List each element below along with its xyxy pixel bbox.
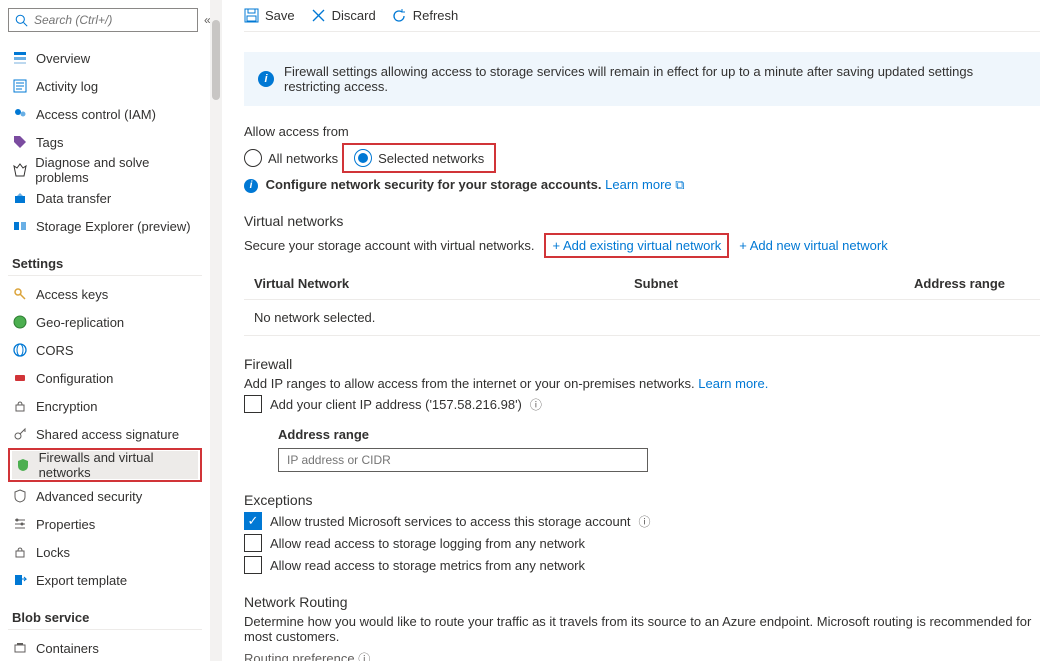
add-new-vnet-link[interactable]: + Add new virtual network xyxy=(739,238,888,253)
nav-storage-explorer[interactable]: Storage Explorer (preview) xyxy=(8,212,202,240)
vnet-table-empty: No network selected. xyxy=(244,300,1040,336)
nav-encryption[interactable]: Encryption xyxy=(8,392,202,420)
address-range-input[interactable] xyxy=(278,448,648,472)
nav-activity-log[interactable]: Activity log xyxy=(8,72,202,100)
exception-logging-checkbox[interactable]: Allow read access to storage logging fro… xyxy=(244,534,1040,552)
nav-advanced-security[interactable]: Advanced security xyxy=(8,482,202,510)
section-settings: Settings xyxy=(12,256,202,271)
exception-trusted-checkbox[interactable]: ✓ Allow trusted Microsoft services to ac… xyxy=(244,512,1040,530)
checkbox-icon xyxy=(244,395,262,413)
storage-explorer-icon xyxy=(12,219,28,233)
shield-icon xyxy=(12,489,28,503)
allow-access-label: Allow access from xyxy=(244,124,1040,139)
firewall-description: Add IP ranges to allow access from the i… xyxy=(244,376,695,391)
sidebar-scrollbar[interactable] xyxy=(210,0,222,661)
vnets-heading: Virtual networks xyxy=(244,213,1040,229)
firewall-heading: Firewall xyxy=(244,356,1040,372)
nav-export-template[interactable]: Export template xyxy=(8,566,202,594)
activity-log-icon xyxy=(12,79,28,93)
col-subnet: Subnet xyxy=(634,276,914,291)
exception-metrics-checkbox[interactable]: Allow read access to storage metrics fro… xyxy=(244,556,1040,574)
configure-text: Configure network security for your stor… xyxy=(266,177,602,192)
info-banner: i Firewall settings allowing access to s… xyxy=(244,52,1040,106)
nav-overview[interactable]: Overview xyxy=(8,44,202,72)
nav-firewalls[interactable]: Firewalls and virtual networks xyxy=(12,451,198,479)
diagnose-icon xyxy=(12,163,27,177)
discard-button[interactable]: Discard xyxy=(311,8,376,23)
highlight-selected-networks: Selected networks xyxy=(342,143,496,173)
lock-icon xyxy=(12,399,28,413)
data-transfer-icon xyxy=(12,191,28,205)
learn-more-link[interactable]: Learn more ⧉ xyxy=(605,177,684,192)
containers-icon xyxy=(12,641,28,655)
save-button[interactable]: Save xyxy=(244,8,295,23)
routing-pref-label: Routing preference xyxy=(244,651,355,661)
nav-data-transfer[interactable]: Data transfer xyxy=(8,184,202,212)
key-icon xyxy=(12,287,28,301)
exceptions-heading: Exceptions xyxy=(244,492,1040,508)
col-virtual-network: Virtual Network xyxy=(254,276,634,291)
client-ip-checkbox-row[interactable]: Add your client IP address ('157.58.216.… xyxy=(244,395,1040,413)
nav-tags[interactable]: Tags xyxy=(8,128,202,156)
search-icon xyxy=(15,14,28,27)
nav-iam[interactable]: Access control (IAM) xyxy=(8,100,202,128)
overview-icon xyxy=(12,51,28,65)
routing-heading: Network Routing xyxy=(244,594,1040,610)
address-range-label: Address range xyxy=(278,427,1040,442)
help-icon[interactable]: ⓘ xyxy=(639,513,651,530)
radio-selected-networks[interactable]: Selected networks xyxy=(354,149,484,167)
save-icon xyxy=(244,8,259,23)
properties-icon xyxy=(12,517,28,531)
highlight-firewalls: Firewalls and virtual networks xyxy=(8,448,202,482)
sidebar: « Overview Activity log Access control (… xyxy=(0,0,210,661)
iam-icon xyxy=(12,107,28,121)
help-icon[interactable]: ⓘ xyxy=(530,396,542,413)
nav-cors[interactable]: CORS xyxy=(8,336,202,364)
toolbar: Save Discard Refresh xyxy=(244,8,1040,32)
col-address-range: Address range xyxy=(914,276,1030,291)
checkbox-icon xyxy=(244,556,262,574)
add-existing-vnet-link[interactable]: + Add existing virtual network xyxy=(552,238,721,253)
discard-icon xyxy=(311,8,326,23)
nav-sas[interactable]: Shared access signature xyxy=(8,420,202,448)
info-icon: i xyxy=(258,71,274,87)
search-box[interactable] xyxy=(8,8,198,32)
tags-icon xyxy=(12,135,28,149)
nav-containers[interactable]: Containers xyxy=(8,634,202,661)
nav-locks[interactable]: Locks xyxy=(8,538,202,566)
sas-icon xyxy=(12,427,28,441)
main-content: Save Discard Refresh i Firewall settings… xyxy=(222,0,1054,661)
locks-icon xyxy=(12,545,28,559)
checkbox-icon xyxy=(244,534,262,552)
nav-access-keys[interactable]: Access keys xyxy=(8,280,202,308)
external-link-icon: ⧉ xyxy=(675,177,684,192)
config-icon xyxy=(12,371,28,385)
checkbox-checked-icon: ✓ xyxy=(244,512,262,530)
radio-all-networks[interactable]: All networks xyxy=(244,149,338,167)
nav-geo-replication[interactable]: Geo-replication xyxy=(8,308,202,336)
firewall-learn-more-link[interactable]: Learn more. xyxy=(698,376,768,391)
refresh-icon xyxy=(392,8,407,23)
vnets-description: Secure your storage account with virtual… xyxy=(244,238,534,253)
routing-description: Determine how you would like to route yo… xyxy=(244,614,1040,644)
search-input[interactable] xyxy=(34,13,191,27)
vnet-table-header: Virtual Network Subnet Address range xyxy=(244,268,1040,300)
nav-diagnose[interactable]: Diagnose and solve problems xyxy=(8,156,202,184)
highlight-add-existing: + Add existing virtual network xyxy=(544,233,729,258)
section-blob: Blob service xyxy=(12,610,202,625)
globe-icon xyxy=(12,315,28,329)
nav-properties[interactable]: Properties xyxy=(8,510,202,538)
firewall-icon xyxy=(16,458,31,472)
cors-icon xyxy=(12,343,28,357)
access-radio-group: All networks Selected networks xyxy=(244,143,1040,173)
nav-configuration[interactable]: Configuration xyxy=(8,364,202,392)
export-icon xyxy=(12,573,28,587)
refresh-button[interactable]: Refresh xyxy=(392,8,459,23)
info-icon: i xyxy=(244,179,258,193)
help-icon[interactable]: ⓘ xyxy=(358,652,370,661)
